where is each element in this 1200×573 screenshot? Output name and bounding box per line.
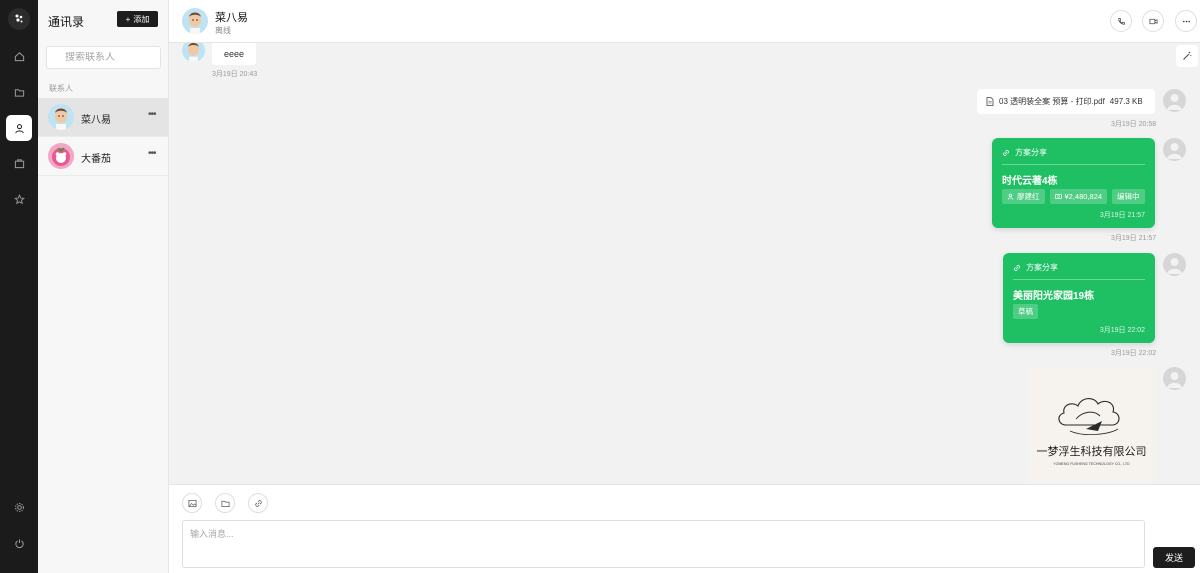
status-badge: 草稿 (1013, 304, 1038, 319)
card-header-label: 方案分享 (1015, 148, 1047, 157)
video-icon (1149, 18, 1157, 24)
company-logo-image: 一梦浮生科技有限公司 YOMENG FUSHENG TECHNOLOGY CO.… (1037, 398, 1147, 466)
contacts-panel: 通讯录 + 添加 联系人 菜八易 ••• 大番茄 ••• (38, 0, 169, 573)
video-call-button[interactable] (1142, 10, 1164, 32)
contacts-title: 通讯录 (48, 15, 85, 29)
user-icon (1007, 193, 1014, 200)
contact-name: 菜八易 (81, 115, 111, 126)
money-icon (1054, 194, 1062, 199)
person-tag: 廖建红 (1002, 189, 1045, 204)
person-name: 廖建红 (1017, 192, 1040, 201)
app-logo[interactable] (8, 8, 30, 30)
chat-contact-name: 菜八易 (215, 12, 248, 24)
folder-icon (221, 500, 229, 507)
chat-header: 菜八易 离线 (169, 0, 1200, 43)
card-divider (1002, 164, 1145, 165)
nav-contacts[interactable] (6, 115, 32, 141)
message-input[interactable] (182, 520, 1145, 568)
card-tags: 草稿 (1013, 304, 1038, 319)
section-label: 联系人 (49, 84, 73, 93)
status-badge: 编辑中 (1112, 189, 1145, 204)
card-time: 3月19日 21:57 (1099, 212, 1145, 219)
image-icon (188, 499, 196, 507)
card-header: 方案分享 (1013, 262, 1058, 273)
timestamp: 3月19日 20:58 (1111, 121, 1157, 128)
more-icon[interactable]: ••• (148, 109, 156, 120)
contact-item[interactable]: 菜八易 ••• (38, 98, 168, 137)
file-icon (986, 97, 994, 106)
image-message[interactable]: 一梦浮生科技有限公司 YOMENG FUSHENG TECHNOLOGY CO.… (1028, 367, 1155, 482)
user-icon (14, 123, 24, 133)
card-time: 3月19日 22:02 (1099, 327, 1145, 334)
amount-tag: ¥2,480,824 (1049, 189, 1108, 204)
gear-icon (14, 502, 24, 512)
amount-value: ¥2,480,824 (1064, 192, 1103, 201)
message-list[interactable]: eeee 3月19日 20:43 03 透明装全案 预算 - 打印.pdf 49… (169, 43, 1200, 484)
link-icon (254, 499, 262, 507)
add-contact-label: 添加 (133, 14, 150, 24)
plus-icon: + (125, 14, 131, 24)
nav-files[interactable] (7, 80, 31, 104)
search-box (46, 46, 161, 69)
avatar (1163, 253, 1186, 276)
card-title: 时代云著4栋 (1002, 176, 1058, 187)
search-input[interactable] (55, 52, 160, 63)
avatar (1163, 367, 1186, 390)
nav-favorites[interactable] (7, 187, 31, 211)
avatar (48, 104, 74, 130)
folder-icon (14, 88, 24, 97)
message-composer: 发送 (169, 484, 1200, 573)
share-link-button[interactable] (248, 493, 268, 513)
contact-name: 大番茄 (81, 154, 111, 165)
card-header: 方案分享 (1002, 147, 1047, 158)
more-icon (1182, 20, 1190, 22)
power-icon (14, 538, 24, 548)
card-tags: 廖建红 ¥2,480,824 编辑中 (1002, 189, 1145, 204)
file-message[interactable]: 03 透明装全案 预算 - 打印.pdf 497.3 KB (977, 89, 1155, 114)
card-divider (1013, 279, 1145, 280)
nav-settings[interactable] (7, 495, 31, 519)
card-header-label: 方案分享 (1026, 263, 1058, 272)
file-name: 03 透明装全案 预算 - 打印.pdf (999, 97, 1105, 106)
avatar (48, 143, 74, 169)
link-icon (1003, 149, 1009, 156)
card-title: 美丽阳光家园19栋 (1013, 291, 1095, 302)
plan-share-card[interactable]: 方案分享 时代云著4栋 廖建红 ¥2,480,824 编辑中 3月19日 21:… (992, 138, 1155, 228)
avatar (182, 43, 205, 62)
nav-logout[interactable] (7, 531, 31, 555)
home-icon (14, 51, 24, 61)
logo-icon (15, 14, 23, 23)
logo-text-cn: 一梦浮生科技有限公司 (1037, 444, 1147, 458)
phone-icon (1117, 17, 1125, 25)
briefcase-icon (14, 158, 24, 168)
nav-home[interactable] (7, 44, 31, 68)
file-size: 497.3 KB (1109, 97, 1143, 106)
voice-call-button[interactable] (1110, 10, 1132, 32)
avatar (1163, 89, 1186, 112)
magic-wand-icon (1183, 51, 1192, 60)
avatar (1163, 138, 1186, 161)
contact-item[interactable]: 大番茄 ••• (38, 137, 168, 176)
incoming-message[interactable]: eeee (212, 43, 256, 65)
more-icon[interactable]: ••• (148, 148, 156, 159)
timestamp: 3月19日 22:02 (1111, 350, 1157, 357)
image-upload-button[interactable] (182, 493, 202, 513)
nav-rail (0, 0, 38, 573)
timestamp: 3月19日 20:43 (212, 71, 258, 78)
send-button[interactable]: 发送 (1153, 547, 1195, 568)
avatar (182, 8, 208, 34)
timestamp: 3月19日 21:57 (1111, 235, 1157, 242)
file-upload-button[interactable] (215, 493, 235, 513)
add-contact-button[interactable]: + 添加 (117, 11, 158, 27)
nav-calendar[interactable] (7, 151, 31, 175)
star-icon (13, 193, 25, 204)
magic-wand-button[interactable] (1176, 45, 1198, 67)
more-options-button[interactable] (1175, 10, 1197, 32)
logo-text-en: YOMENG FUSHENG TECHNOLOGY CO., LTD (1053, 462, 1130, 466)
status-text: 离线 (215, 26, 231, 35)
link-icon (1014, 264, 1020, 271)
plan-share-card[interactable]: 方案分享 美丽阳光家园19栋 草稿 3月19日 22:02 (1003, 253, 1155, 343)
